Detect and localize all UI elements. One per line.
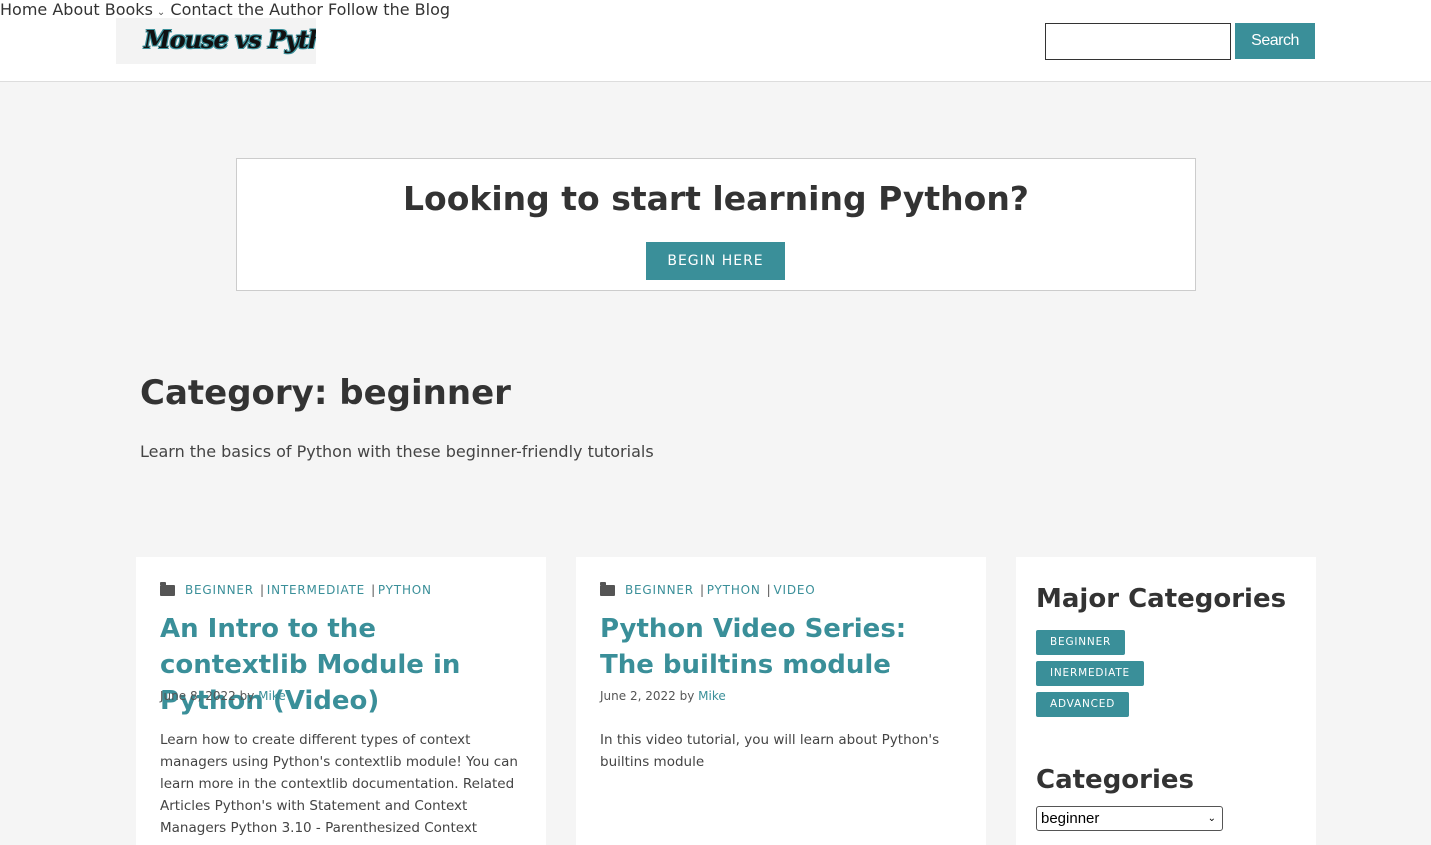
sidebar: Major Categories BEGINNER INERMEDIATE AD… bbox=[1016, 557, 1316, 845]
post-meta: June 8, 2022 by Mike bbox=[160, 689, 286, 703]
post-tags: BEGINNER | INTERMEDIATE | PYTHON bbox=[160, 581, 432, 597]
category-badge-intermediate[interactable]: INERMEDIATE bbox=[1036, 661, 1144, 686]
tag-link[interactable]: BEGINNER bbox=[185, 583, 254, 597]
page-title: Category: beginner bbox=[140, 373, 511, 413]
post-tags: BEGINNER | PYTHON | VIDEO bbox=[600, 581, 816, 597]
nav-follow-blog[interactable]: Follow the Blog bbox=[328, 0, 450, 19]
categories-heading: Categories bbox=[1036, 765, 1195, 795]
begin-here-button[interactable]: BEGIN HERE bbox=[646, 242, 785, 280]
category-select-value: beginner bbox=[1041, 810, 1100, 827]
tag-separator: | bbox=[259, 583, 265, 597]
post-author-link[interactable]: Mike bbox=[698, 689, 726, 703]
site-logo[interactable]: Mouse vs Python bbox=[116, 18, 316, 64]
post-date: June 2, 2022 bbox=[600, 689, 676, 703]
nav-books[interactable]: Books ⌄ bbox=[105, 0, 166, 19]
major-categories-heading: Major Categories bbox=[1036, 584, 1287, 614]
folder-icon bbox=[160, 581, 175, 596]
site-header: Mouse vs Python Home About Books⌄ Contac… bbox=[0, 0, 1431, 82]
category-badge-advanced[interactable]: ADVANCED bbox=[1036, 692, 1130, 717]
chevron-down-icon: ⌄ bbox=[1207, 813, 1216, 824]
chevron-down-icon: ⌄ bbox=[156, 7, 166, 18]
tag-link[interactable]: VIDEO bbox=[774, 583, 816, 597]
nav-books-label: Books bbox=[104, 0, 153, 19]
tag-link[interactable]: INTERMEDIATE bbox=[267, 583, 365, 597]
post-title[interactable]: Python Video Series: The builtins module bbox=[600, 611, 960, 683]
search-input[interactable] bbox=[1045, 23, 1231, 60]
tag-link[interactable]: PYTHON bbox=[378, 583, 432, 597]
logo-text: Mouse vs Python bbox=[144, 25, 316, 54]
post-by: by bbox=[239, 689, 255, 703]
post-card: BEGINNER | INTERMEDIATE | PYTHON An Intr… bbox=[136, 557, 546, 845]
folder-icon bbox=[600, 581, 615, 596]
category-description: Learn the basics of Python with these be… bbox=[140, 442, 654, 461]
nav-about[interactable]: About bbox=[52, 0, 99, 19]
category-select[interactable]: beginner ⌄ bbox=[1036, 806, 1223, 831]
post-date: June 8, 2022 bbox=[160, 689, 236, 703]
post-meta: June 2, 2022 by Mike bbox=[600, 689, 726, 703]
nav-home[interactable]: Home bbox=[0, 0, 47, 19]
tag-separator: | bbox=[371, 583, 376, 597]
post-excerpt: In this video tutorial, you will learn a… bbox=[600, 732, 940, 770]
promo-box: Looking to start learning Python? BEGIN … bbox=[236, 158, 1196, 291]
nav-contact-author[interactable]: Contact the Author bbox=[170, 0, 323, 19]
search-button[interactable]: Search bbox=[1235, 23, 1315, 59]
tag-link[interactable]: BEGINNER bbox=[625, 583, 694, 597]
tag-separator: | bbox=[699, 583, 705, 597]
tag-link[interactable]: PYTHON bbox=[707, 583, 761, 597]
post-by: by bbox=[679, 689, 695, 703]
tag-separator: | bbox=[766, 583, 772, 597]
post-card: BEGINNER | PYTHON | VIDEO Python Video S… bbox=[576, 557, 986, 845]
post-excerpt: Learn how to create different types of c… bbox=[160, 732, 518, 836]
promo-title: Looking to start learning Python? bbox=[403, 179, 1029, 218]
post-author-link[interactable]: Mike bbox=[258, 689, 286, 703]
category-badge-beginner[interactable]: BEGINNER bbox=[1036, 630, 1126, 655]
